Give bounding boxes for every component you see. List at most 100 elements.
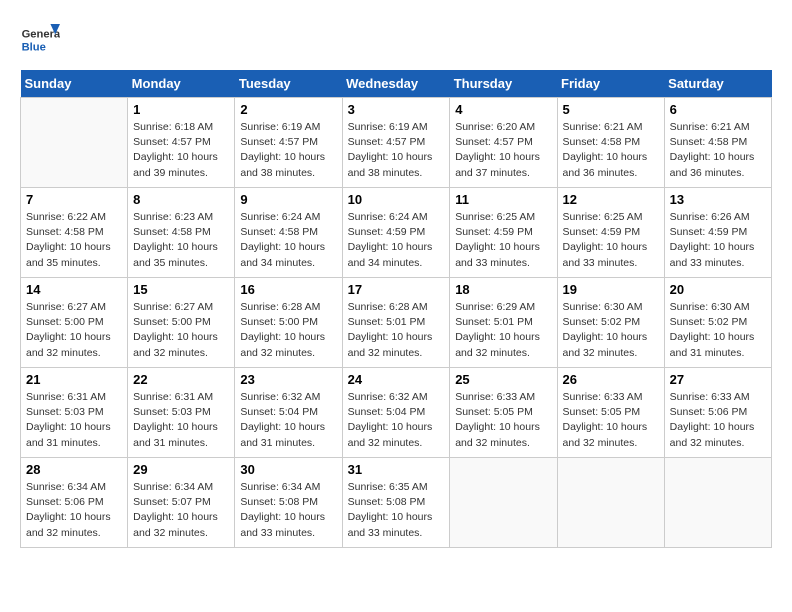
calendar-cell: 7 Sunrise: 6:22 AMSunset: 4:58 PMDaylight…	[21, 188, 128, 278]
day-info: Sunrise: 6:31 AMSunset: 5:03 PMDaylight:…	[133, 390, 229, 451]
calendar-cell: 17Sunrise: 6:28 AMSunset: 5:01 PMDayligh…	[342, 278, 450, 368]
calendar-cell: 1 Sunrise: 6:18 AMSunset: 4:57 PMDaylight…	[128, 98, 235, 188]
calendar-cell	[21, 98, 128, 188]
day-number: 19	[563, 282, 659, 297]
calendar-cell: 2 Sunrise: 6:19 AMSunset: 4:57 PMDaylight…	[235, 98, 342, 188]
day-info: Sunrise: 6:26 AMSunset: 4:59 PMDaylight:…	[670, 210, 766, 271]
day-number: 18	[455, 282, 551, 297]
calendar-cell: 26 Sunrise: 6:33 AMSunset: 5:05 PMDayligh…	[557, 368, 664, 458]
day-number: 21	[26, 372, 122, 387]
calendar-week-5: 28Sunrise: 6:34 AMSunset: 5:06 PMDayligh…	[21, 458, 772, 548]
day-number: 27	[670, 372, 766, 387]
weekday-header-tuesday: Tuesday	[235, 70, 342, 98]
day-info: Sunrise: 6:30 AMSunset: 5:02 PMDaylight:…	[563, 300, 659, 361]
day-number: 24	[348, 372, 445, 387]
day-info: Sunrise: 6:32 AMSunset: 5:04 PMDaylight:…	[240, 390, 336, 451]
calendar-cell: 16 Sunrise: 6:28 AMSunset: 5:00 PMDayligh…	[235, 278, 342, 368]
calendar-header: SundayMondayTuesdayWednesdayThursdayFrid…	[21, 70, 772, 98]
calendar-cell: 27Sunrise: 6:33 AMSunset: 5:06 PMDayligh…	[664, 368, 771, 458]
day-info: Sunrise: 6:28 AMSunset: 5:01 PMDaylight:…	[348, 300, 445, 361]
calendar-cell: 28Sunrise: 6:34 AMSunset: 5:06 PMDayligh…	[21, 458, 128, 548]
day-info: Sunrise: 6:24 AMSunset: 4:59 PMDaylight:…	[348, 210, 445, 271]
day-info: Sunrise: 6:34 AMSunset: 5:06 PMDaylight:…	[26, 480, 122, 541]
calendar-week-3: 14 Sunrise: 6:27 AMSunset: 5:00 PMDayligh…	[21, 278, 772, 368]
day-number: 23	[240, 372, 336, 387]
day-info: Sunrise: 6:35 AMSunset: 5:08 PMDaylight:…	[348, 480, 445, 541]
day-number: 9	[240, 192, 336, 207]
page-header: General Blue	[20, 20, 772, 60]
day-info: Sunrise: 6:25 AMSunset: 4:59 PMDaylight:…	[563, 210, 659, 271]
day-info: Sunrise: 6:28 AMSunset: 5:00 PMDaylight:…	[240, 300, 336, 361]
day-info: Sunrise: 6:27 AMSunset: 5:00 PMDaylight:…	[133, 300, 229, 361]
calendar-body: 1 Sunrise: 6:18 AMSunset: 4:57 PMDaylight…	[21, 98, 772, 548]
day-number: 13	[670, 192, 766, 207]
calendar-cell: 19 Sunrise: 6:30 AMSunset: 5:02 PMDayligh…	[557, 278, 664, 368]
day-number: 8	[133, 192, 229, 207]
day-number: 16	[240, 282, 336, 297]
day-info: Sunrise: 6:33 AMSunset: 5:05 PMDaylight:…	[455, 390, 551, 451]
day-info: Sunrise: 6:18 AMSunset: 4:57 PMDaylight:…	[133, 120, 229, 181]
day-number: 29	[133, 462, 229, 477]
calendar-cell: 31 Sunrise: 6:35 AMSunset: 5:08 PMDayligh…	[342, 458, 450, 548]
day-info: Sunrise: 6:34 AMSunset: 5:08 PMDaylight:…	[240, 480, 336, 541]
calendar-cell: 15 Sunrise: 6:27 AMSunset: 5:00 PMDayligh…	[128, 278, 235, 368]
calendar-cell: 24Sunrise: 6:32 AMSunset: 5:04 PMDayligh…	[342, 368, 450, 458]
calendar-cell: 20Sunrise: 6:30 AMSunset: 5:02 PMDayligh…	[664, 278, 771, 368]
calendar-cell	[664, 458, 771, 548]
day-number: 6	[670, 102, 766, 117]
weekday-header-monday: Monday	[128, 70, 235, 98]
weekday-header-wednesday: Wednesday	[342, 70, 450, 98]
day-number: 20	[670, 282, 766, 297]
calendar-cell	[557, 458, 664, 548]
calendar-cell: 3Sunrise: 6:19 AMSunset: 4:57 PMDaylight…	[342, 98, 450, 188]
logo: General Blue	[20, 20, 60, 60]
day-number: 14	[26, 282, 122, 297]
calendar-cell: 30 Sunrise: 6:34 AMSunset: 5:08 PMDayligh…	[235, 458, 342, 548]
calendar-cell: 9 Sunrise: 6:24 AMSunset: 4:58 PMDaylight…	[235, 188, 342, 278]
weekday-header-friday: Friday	[557, 70, 664, 98]
day-number: 3	[348, 102, 445, 117]
day-number: 4	[455, 102, 551, 117]
weekday-header-saturday: Saturday	[664, 70, 771, 98]
day-info: Sunrise: 6:22 AMSunset: 4:58 PMDaylight:…	[26, 210, 122, 271]
header-row: SundayMondayTuesdayWednesdayThursdayFrid…	[21, 70, 772, 98]
day-number: 31	[348, 462, 445, 477]
day-info: Sunrise: 6:31 AMSunset: 5:03 PMDaylight:…	[26, 390, 122, 451]
day-number: 25	[455, 372, 551, 387]
calendar-cell: 10 Sunrise: 6:24 AMSunset: 4:59 PMDayligh…	[342, 188, 450, 278]
calendar-cell: 5Sunrise: 6:21 AMSunset: 4:58 PMDaylight…	[557, 98, 664, 188]
calendar-week-1: 1 Sunrise: 6:18 AMSunset: 4:57 PMDaylight…	[21, 98, 772, 188]
day-number: 22	[133, 372, 229, 387]
day-info: Sunrise: 6:24 AMSunset: 4:58 PMDaylight:…	[240, 210, 336, 271]
calendar-cell: 4Sunrise: 6:20 AMSunset: 4:57 PMDaylight…	[450, 98, 557, 188]
calendar-cell: 8 Sunrise: 6:23 AMSunset: 4:58 PMDaylight…	[128, 188, 235, 278]
calendar-cell: 14 Sunrise: 6:27 AMSunset: 5:00 PMDayligh…	[21, 278, 128, 368]
logo-icon: General Blue	[20, 20, 60, 60]
day-number: 10	[348, 192, 445, 207]
day-info: Sunrise: 6:25 AMSunset: 4:59 PMDaylight:…	[455, 210, 551, 271]
calendar-table: SundayMondayTuesdayWednesdayThursdayFrid…	[20, 70, 772, 548]
calendar-cell: 13 Sunrise: 6:26 AMSunset: 4:59 PMDayligh…	[664, 188, 771, 278]
calendar-cell: 22 Sunrise: 6:31 AMSunset: 5:03 PMDayligh…	[128, 368, 235, 458]
day-number: 7	[26, 192, 122, 207]
day-number: 12	[563, 192, 659, 207]
day-number: 1	[133, 102, 229, 117]
day-number: 26	[563, 372, 659, 387]
calendar-cell: 23 Sunrise: 6:32 AMSunset: 5:04 PMDayligh…	[235, 368, 342, 458]
day-number: 5	[563, 102, 659, 117]
svg-text:Blue: Blue	[22, 41, 46, 53]
day-info: Sunrise: 6:27 AMSunset: 5:00 PMDaylight:…	[26, 300, 122, 361]
calendar-cell	[450, 458, 557, 548]
day-number: 15	[133, 282, 229, 297]
day-number: 2	[240, 102, 336, 117]
calendar-cell: 29Sunrise: 6:34 AMSunset: 5:07 PMDayligh…	[128, 458, 235, 548]
day-number: 30	[240, 462, 336, 477]
day-number: 11	[455, 192, 551, 207]
day-info: Sunrise: 6:21 AMSunset: 4:58 PMDaylight:…	[670, 120, 766, 181]
day-info: Sunrise: 6:19 AMSunset: 4:57 PMDaylight:…	[240, 120, 336, 181]
day-info: Sunrise: 6:23 AMSunset: 4:58 PMDaylight:…	[133, 210, 229, 271]
day-info: Sunrise: 6:33 AMSunset: 5:05 PMDaylight:…	[563, 390, 659, 451]
weekday-header-sunday: Sunday	[21, 70, 128, 98]
calendar-cell: 12 Sunrise: 6:25 AMSunset: 4:59 PMDayligh…	[557, 188, 664, 278]
calendar-week-2: 7 Sunrise: 6:22 AMSunset: 4:58 PMDaylight…	[21, 188, 772, 278]
